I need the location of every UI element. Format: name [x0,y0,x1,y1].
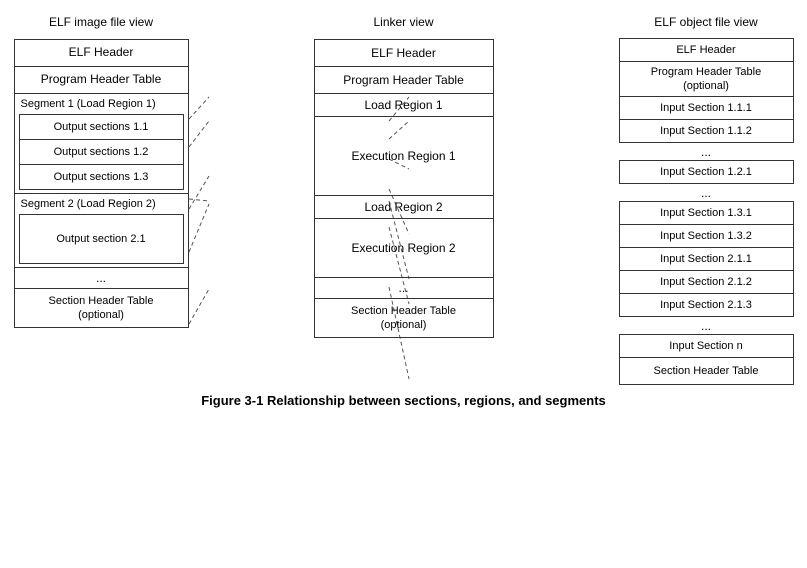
elf-image-section-header: Section Header Table (optional) [14,288,189,328]
elf-image-output-2-1: Output section 2.1 [19,214,184,264]
elf-object-column: ELF object file view ELF Header Program … [619,15,794,385]
elf-object-dots3: ... [619,317,794,335]
elf-object-input-1-1-1: Input Section 1.1.1 [619,96,794,120]
elf-object-dots2: ... [619,184,794,202]
elf-object-prog-header: Program Header Table (optional) [619,61,794,97]
elf-object-input-1-3-2: Input Section 1.3.2 [619,224,794,248]
linker-load1: Load Region 1 [314,93,494,117]
elf-image-output-1-3: Output sections 1.3 [19,164,184,190]
elf-image-segment1: Segment 1 (Load Region 1) Output section… [14,93,189,194]
linker-elf-header: ELF Header [314,39,494,67]
linker-title: Linker view [373,15,433,33]
linker-column: Linker view ELF Header Program Header Ta… [314,15,494,385]
diagram: ELF image file view ELF Header Program H… [14,15,794,385]
elf-image-segment1-label: Segment 1 (Load Region 1) [19,98,184,110]
elf-image-output-1-2: Output sections 1.2 [19,139,184,165]
elf-image-segment2: Segment 2 (Load Region 2) Output section… [14,193,189,268]
elf-object-input-n: Input Section n [619,334,794,358]
elf-object-input-2-1-1: Input Section 2.1.1 [619,247,794,271]
elf-object-input-1-3-1: Input Section 1.3.1 [619,201,794,225]
elf-image-segment2-label: Segment 2 (Load Region 2) [19,198,184,210]
elf-object-input-1-1-2: Input Section 1.1.2 [619,119,794,143]
elf-object-input-2-1-3: Input Section 2.1.3 [619,293,794,317]
linker-section-header: Section Header Table (optional) [314,298,494,338]
linker-prog-header: Program Header Table [314,66,494,94]
linker-exec2: Execution Region 2 [314,218,494,278]
elf-object-input-1-2-1: Input Section 1.2.1 [619,160,794,184]
elf-image-output-1-1: Output sections 1.1 [19,114,184,140]
figure-caption: Figure 3-1 Relationship between sections… [201,393,606,408]
elf-object-elf-header: ELF Header [619,38,794,62]
linker-exec1: Execution Region 1 [314,116,494,196]
elf-object-input-2-1-2: Input Section 2.1.2 [619,270,794,294]
elf-image-elf-header: ELF Header [14,39,189,67]
linker-dots: ... [314,277,494,299]
elf-object-dots1: ... [619,143,794,161]
elf-object-section-header: Section Header Table [619,357,794,385]
elf-image-dots: ... [14,267,189,289]
linker-load2: Load Region 2 [314,195,494,219]
elf-object-title: ELF object file view [654,15,757,33]
elf-image-prog-header: Program Header Table [14,66,189,94]
elf-image-title: ELF image file view [49,15,153,33]
elf-image-column: ELF image file view ELF Header Program H… [14,15,189,385]
